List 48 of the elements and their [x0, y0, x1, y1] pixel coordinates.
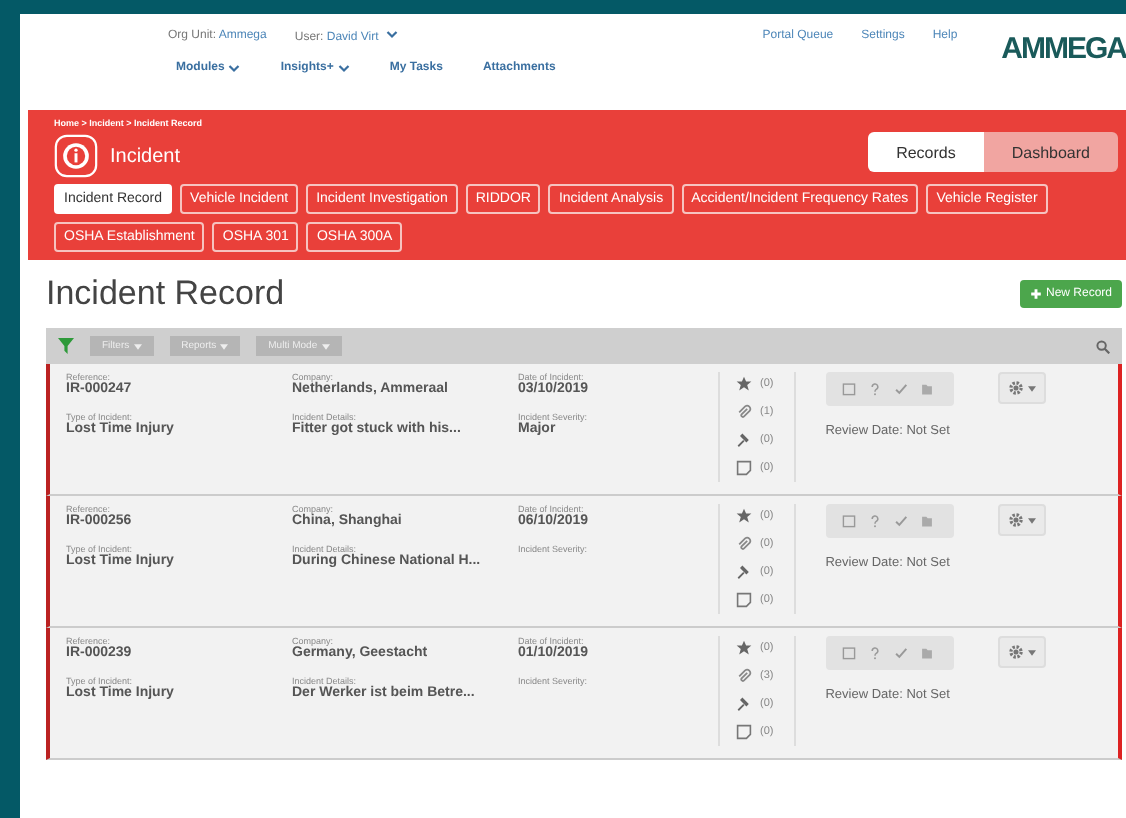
info-icon	[54, 134, 98, 178]
paperclip-icon[interactable]	[736, 536, 752, 552]
caret-icon	[321, 343, 330, 349]
calendar-icon[interactable]	[841, 514, 856, 528]
page-title: Incident Record	[46, 274, 285, 314]
caret-icon	[1027, 385, 1036, 391]
check-icon[interactable]	[893, 514, 908, 528]
chevron-down-icon	[228, 63, 241, 73]
gavel-icon[interactable]	[736, 564, 752, 580]
calendar-icon[interactable]	[841, 646, 856, 660]
search-icon[interactable]	[1096, 339, 1110, 353]
chevron-down-icon	[385, 29, 398, 39]
gavel-icon[interactable]	[736, 432, 752, 448]
plus-icon	[1029, 288, 1042, 300]
view-toggle-button[interactable]: Dashboard	[983, 132, 1118, 172]
paperclip-icon[interactable]	[736, 404, 752, 420]
note-icon[interactable]	[736, 724, 752, 740]
gavel-icon[interactable]	[736, 696, 752, 712]
question-icon[interactable]	[867, 646, 882, 660]
record-card[interactable]	[46, 364, 1122, 496]
gear-icon	[1007, 644, 1024, 660]
caret-icon	[220, 343, 229, 349]
module-title: Incident	[110, 145, 181, 167]
check-icon[interactable]	[893, 382, 908, 396]
settings-dropdown-button[interactable]	[997, 504, 1046, 536]
gear-icon	[1007, 512, 1024, 528]
note-icon[interactable]	[736, 592, 752, 608]
star-icon[interactable]	[736, 640, 752, 656]
calendar-icon[interactable]	[841, 382, 856, 396]
view-toggle-button[interactable]: Records	[868, 132, 984, 172]
question-icon[interactable]	[867, 514, 882, 528]
caret-icon	[1027, 649, 1036, 655]
gear-icon	[1007, 380, 1024, 396]
settings-dropdown-button[interactable]	[997, 372, 1046, 404]
chevron-down-icon	[337, 63, 350, 73]
filter-icon	[58, 338, 74, 354]
check-icon[interactable]	[893, 646, 908, 660]
star-icon[interactable]	[736, 508, 752, 524]
settings-dropdown-button[interactable]	[997, 636, 1046, 668]
company-logo: AMMEGA	[1001, 31, 1126, 65]
note-icon[interactable]	[736, 460, 752, 476]
question-icon[interactable]	[867, 382, 882, 396]
caret-icon	[133, 343, 142, 349]
caret-icon	[1027, 517, 1036, 523]
record-card[interactable]	[46, 496, 1122, 628]
paperclip-icon[interactable]	[736, 668, 752, 684]
record-card[interactable]	[46, 628, 1122, 760]
star-icon[interactable]	[736, 376, 752, 392]
